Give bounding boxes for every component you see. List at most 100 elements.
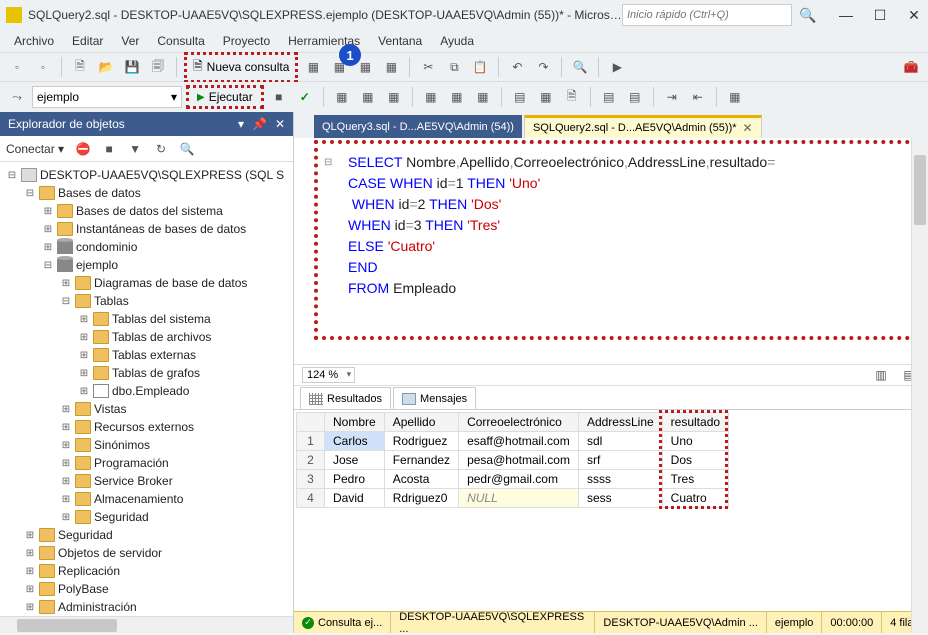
paste-icon[interactable]: 📋 bbox=[469, 56, 491, 78]
database-selector[interactable]: ejemplo ▾ bbox=[32, 86, 182, 108]
dax-icon[interactable]: ▦ bbox=[380, 56, 402, 78]
mdx-icon[interactable]: ▦ bbox=[302, 56, 324, 78]
object-tree[interactable]: ⊟DESKTOP-UAAE5VQ\SQLEXPRESS (SQL S⊟Bases… bbox=[0, 162, 293, 616]
redo-icon[interactable]: ↷ bbox=[532, 56, 554, 78]
tree-expander-icon[interactable]: ⊞ bbox=[24, 530, 36, 541]
tab-query2[interactable]: SQLQuery2.sql - D...AE5VQ\Admin (55))* ✕ bbox=[524, 115, 762, 138]
table-cell[interactable]: Tres bbox=[662, 470, 728, 489]
stop-icon[interactable]: ■ bbox=[98, 138, 120, 160]
filter-icon[interactable]: ▼ bbox=[124, 138, 146, 160]
tree-node[interactable]: ⊟ejemplo bbox=[0, 256, 293, 274]
menu-consulta[interactable]: Consulta bbox=[149, 32, 212, 50]
tree-expander-icon[interactable]: ⊞ bbox=[60, 422, 72, 433]
tree-expander-icon[interactable]: ⊞ bbox=[78, 350, 90, 361]
tree-node[interactable]: ⊞condominio bbox=[0, 238, 293, 256]
cut-icon[interactable]: ✂ bbox=[417, 56, 439, 78]
table-cell[interactable]: srf bbox=[578, 451, 662, 470]
tree-node[interactable]: ⊟Bases de datos bbox=[0, 184, 293, 202]
save-all-icon[interactable]: 🗐 bbox=[147, 56, 169, 78]
tree-expander-icon[interactable]: ⊞ bbox=[24, 548, 36, 559]
chevron-down-icon[interactable]: ▾ bbox=[238, 117, 244, 131]
tree-expander-icon[interactable]: ⊟ bbox=[6, 170, 18, 181]
tree-expander-icon[interactable]: ⊞ bbox=[60, 512, 72, 523]
tree-node[interactable]: ⊞PolyBase bbox=[0, 580, 293, 598]
tree-expander-icon[interactable]: ⊞ bbox=[78, 314, 90, 325]
tree-expander-icon[interactable]: ⊞ bbox=[60, 476, 72, 487]
tree-node[interactable]: ⊞Objetos de servidor bbox=[0, 544, 293, 562]
intellisense-icon[interactable]: ▦ bbox=[383, 86, 405, 108]
table-cell[interactable]: pedr@gmail.com bbox=[459, 470, 579, 489]
tree-expander-icon[interactable]: ⊟ bbox=[60, 296, 72, 307]
forward-icon[interactable]: ◦ bbox=[32, 56, 54, 78]
menu-ver[interactable]: Ver bbox=[113, 32, 147, 50]
table-row[interactable]: 3PedroAcostapedr@gmail.comssssTres bbox=[297, 470, 729, 489]
start-icon[interactable]: ▶ bbox=[606, 56, 628, 78]
include-plan-icon[interactable]: ▦ bbox=[420, 86, 442, 108]
tree-node[interactable]: ⊞Tablas de grafos bbox=[0, 364, 293, 382]
table-cell[interactable]: Cuatro bbox=[662, 489, 728, 508]
query-options-icon[interactable]: ▦ bbox=[357, 86, 379, 108]
tree-expander-icon[interactable]: ⊞ bbox=[60, 404, 72, 415]
connect-button[interactable]: Conectar ▾ bbox=[6, 142, 64, 156]
table-cell[interactable]: sess bbox=[578, 489, 662, 508]
tree-node[interactable]: ⊞dbo.Empleado bbox=[0, 382, 293, 400]
tree-node[interactable]: ⊞Service Broker bbox=[0, 472, 293, 490]
table-cell[interactable]: Jose bbox=[325, 451, 385, 470]
tree-node[interactable]: ⊞Tablas externas bbox=[0, 346, 293, 364]
tree-expander-icon[interactable]: ⊞ bbox=[42, 224, 54, 235]
menu-archivo[interactable]: Archivo bbox=[6, 32, 62, 50]
tree-node[interactable]: ⊟DESKTOP-UAAE5VQ\SQLEXPRESS (SQL S bbox=[0, 166, 293, 184]
table-cell[interactable]: Acosta bbox=[384, 470, 458, 489]
table-cell[interactable]: Carlos bbox=[325, 432, 385, 451]
estimated-plan-icon[interactable]: ▦ bbox=[331, 86, 353, 108]
column-header[interactable]: AddressLine bbox=[578, 413, 662, 432]
table-cell[interactable]: 4 bbox=[297, 489, 325, 508]
table-cell[interactable]: sdl bbox=[578, 432, 662, 451]
tree-expander-icon[interactable]: ⊞ bbox=[24, 584, 36, 595]
tree-expander-icon[interactable]: ⊞ bbox=[60, 440, 72, 451]
save-icon[interactable]: 💾 bbox=[121, 56, 143, 78]
tree-expander-icon[interactable]: ⊞ bbox=[60, 278, 72, 289]
table-cell[interactable]: pesa@hotmail.com bbox=[459, 451, 579, 470]
tree-node[interactable]: ⊞Diagramas de base de datos bbox=[0, 274, 293, 292]
parse-icon[interactable]: ✓ bbox=[294, 86, 316, 108]
tab-mensajes[interactable]: Mensajes bbox=[393, 387, 476, 409]
table-cell[interactable]: NULL bbox=[459, 489, 579, 508]
split-horizontal-icon[interactable]: ▥ bbox=[870, 364, 892, 386]
change-connection-icon[interactable]: ⤳ bbox=[6, 86, 28, 108]
live-stats-icon[interactable]: ▦ bbox=[446, 86, 468, 108]
new-project-icon[interactable]: 🗎 bbox=[69, 56, 91, 78]
minimize-button[interactable]: — bbox=[838, 7, 854, 23]
tree-expander-icon[interactable]: ⊞ bbox=[60, 494, 72, 505]
close-panel-icon[interactable]: ✕ bbox=[275, 117, 285, 131]
comment-icon[interactable]: ▤ bbox=[598, 86, 620, 108]
tab-close-icon[interactable]: ✕ bbox=[743, 121, 753, 135]
column-header[interactable]: resultado bbox=[662, 413, 728, 432]
outdent-icon[interactable]: ⇤ bbox=[687, 86, 709, 108]
uncomment-icon[interactable]: ▤ bbox=[624, 86, 646, 108]
new-query-button[interactable]: 🗎 Nueva consulta bbox=[184, 52, 298, 83]
menu-proyecto[interactable]: Proyecto bbox=[215, 32, 278, 50]
menu-ayuda[interactable]: Ayuda bbox=[432, 32, 482, 50]
tree-node[interactable]: ⊞Almacenamiento bbox=[0, 490, 293, 508]
tree-expander-icon[interactable]: ⊞ bbox=[42, 206, 54, 217]
results-grid[interactable]: NombreApellidoCorreoelectrónicoAddressLi… bbox=[296, 412, 729, 508]
tree-expander-icon[interactable]: ⊟ bbox=[42, 260, 54, 271]
refresh-icon[interactable]: ↻ bbox=[150, 138, 172, 160]
tree-node[interactable]: ⊞Recursos externos bbox=[0, 418, 293, 436]
search-icon[interactable]: 🔍 bbox=[798, 5, 818, 25]
tab-resultados[interactable]: Resultados bbox=[300, 387, 391, 409]
disconnect-icon[interactable]: ⛔ bbox=[72, 138, 94, 160]
tree-node[interactable]: ⊟Tablas bbox=[0, 292, 293, 310]
tree-node[interactable]: ⊞Programación bbox=[0, 454, 293, 472]
column-header[interactable]: Nombre bbox=[325, 413, 385, 432]
table-cell[interactable]: esaff@hotmail.com bbox=[459, 432, 579, 451]
table-cell[interactable]: 1 bbox=[297, 432, 325, 451]
table-cell[interactable]: David bbox=[325, 489, 385, 508]
table-cell[interactable]: Rdriguez0 bbox=[384, 489, 458, 508]
table-cell[interactable]: Uno bbox=[662, 432, 728, 451]
tree-node[interactable]: ⊞Vistas bbox=[0, 400, 293, 418]
tree-expander-icon[interactable]: ⊞ bbox=[42, 242, 54, 253]
table-row[interactable]: 4DavidRdriguez0NULLsessCuatro bbox=[297, 489, 729, 508]
tree-node[interactable]: ⊞Administración bbox=[0, 598, 293, 616]
